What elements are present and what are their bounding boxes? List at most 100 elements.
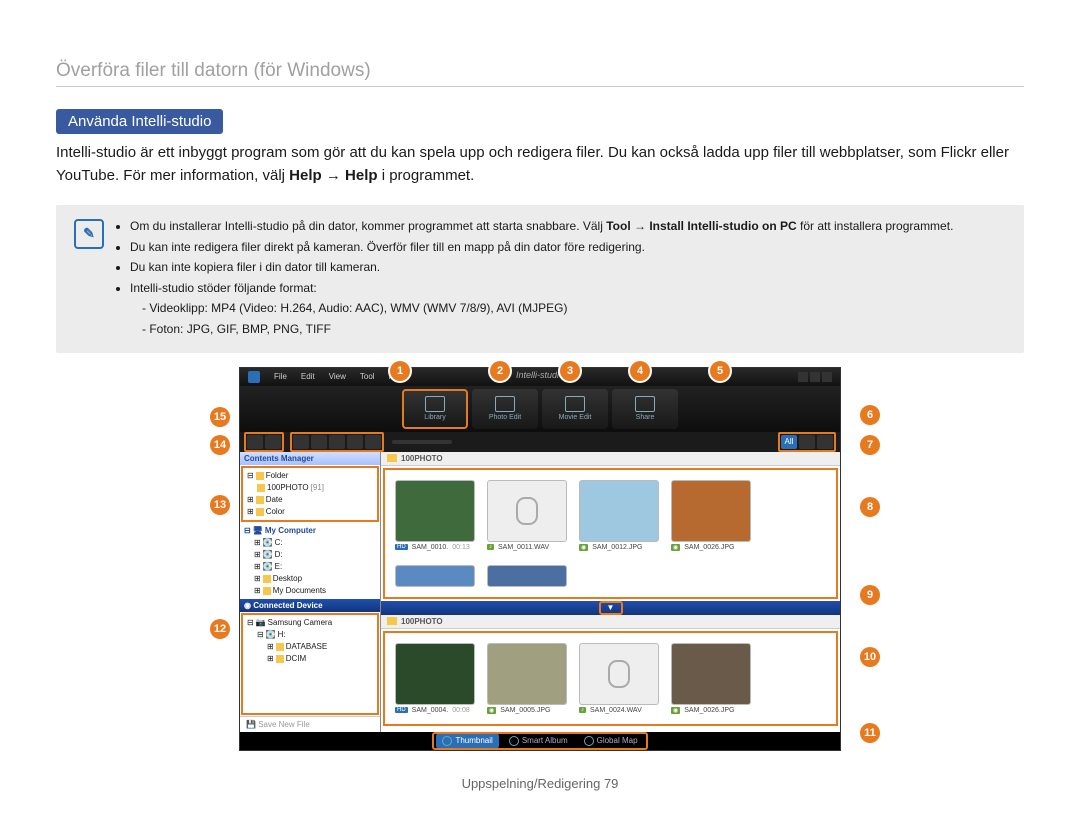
mycomputer-tree[interactable]: ⊟🖥My Computer ⊞💽C: ⊞💽D: ⊞💽E: ⊞Desktop ⊞M… (240, 523, 380, 599)
computer-icon: 🖥 (253, 525, 263, 537)
manual-page: Överföra filer till datorn (för Windows)… (0, 0, 1080, 815)
thumbnail-grid-bottom[interactable]: HDSAM_0004. 00:08 ◉SAM_0005.JPG ♪SAM_002… (385, 633, 836, 724)
thumbnail[interactable] (487, 565, 565, 587)
thumbnail[interactable]: ♪SAM_0011.WAV (487, 480, 565, 551)
share-icon (635, 396, 655, 412)
grid-icon (442, 736, 452, 746)
nav-back-icon[interactable] (247, 435, 263, 449)
callout-4: 4 (630, 361, 650, 381)
bottom-tabs[interactable]: Thumbnail Smart Album Global Map (240, 732, 840, 750)
figure-wrap: 1 2 3 4 5 6 7 8 9 10 11 12 13 14 15 Inte… (180, 367, 900, 751)
movie-edit-icon (565, 396, 585, 412)
folder-icon (256, 496, 264, 504)
globe-icon (584, 736, 594, 746)
note-bullet: Du kan inte redigera filer direkt på kam… (130, 238, 1006, 257)
folder-icon (276, 655, 284, 663)
thumbnail[interactable]: ◉SAM_0026.JPG (671, 643, 749, 714)
tool-icon[interactable] (311, 435, 327, 449)
folder-icon (387, 454, 397, 462)
nav-buttons[interactable] (244, 432, 284, 452)
callout-14: 14 (210, 435, 230, 455)
photo-edit-icon (495, 396, 515, 412)
zoom-slider[interactable] (392, 440, 452, 444)
nav-forward-icon[interactable] (265, 435, 281, 449)
drive-icon: 💽 (263, 549, 273, 561)
drive-icon: 💽 (266, 629, 276, 641)
folder-icon (257, 484, 265, 492)
filter-photo-icon[interactable] (799, 435, 815, 449)
note-subbullet: Videoklipp: MP4 (Video: H.264, Audio: AA… (142, 299, 1006, 318)
mic-icon (516, 497, 538, 525)
folder-icon (263, 587, 271, 595)
menu-edit[interactable]: Edit (301, 372, 315, 381)
page-footer: Uppspelning/Redigering 79 (0, 776, 1080, 791)
menu-view[interactable]: View (329, 372, 346, 381)
note-box: ✎ Om du installerar Intelli-studio på di… (56, 205, 1024, 353)
callout-11: 11 (860, 723, 880, 743)
thumbnail[interactable]: ♪SAM_0024.WAV (579, 643, 657, 714)
note-bullet: Om du installerar Intelli-studio på din … (130, 217, 1006, 236)
mic-icon (608, 660, 630, 688)
callout-15: 15 (210, 407, 230, 427)
content-pane: 100PHOTO HDSAM_0010. 00:13 ♪SAM_0011.WAV… (381, 452, 840, 732)
callout-6: 6 (860, 405, 880, 425)
callout-7: 7 (860, 435, 880, 455)
main-area: Contents Manager ⊟Folder 100PHOTO [91] ⊞… (240, 452, 840, 732)
tool-icon[interactable] (365, 435, 381, 449)
mode-toolbar: Library Photo Edit Movie Edit Share (240, 386, 840, 432)
tool-icon[interactable] (293, 435, 309, 449)
window-buttons[interactable] (798, 372, 832, 382)
subsection-badge: Använda Intelli-studio (56, 109, 223, 134)
folder-icon (256, 508, 264, 516)
sidebar-head-connected: ◉ Connected Device (240, 599, 380, 612)
section-title: Överföra filer till datorn (för Windows) (56, 60, 1024, 87)
menu-tool[interactable]: Tool (360, 372, 375, 381)
folder-icon (256, 472, 264, 480)
camera-icon: 📷 (256, 617, 266, 629)
thumbnail[interactable]: HDSAM_0004. 00:08 (395, 643, 473, 714)
sidebar-head-contents: Contents Manager (240, 452, 380, 465)
app-title: Intelli-studio (516, 370, 564, 380)
menu-file[interactable]: File (274, 372, 287, 381)
mode-photo-edit[interactable]: Photo Edit (472, 389, 538, 429)
folder-icon (263, 575, 271, 583)
tool-buttons[interactable] (290, 432, 384, 452)
tab-smart-album[interactable]: Smart Album (503, 734, 574, 748)
tool-icon[interactable] (347, 435, 363, 449)
thumbnail[interactable]: HDSAM_0010. 00:13 (395, 480, 473, 551)
filter-audio-icon[interactable] (817, 435, 833, 449)
mode-share[interactable]: Share (612, 389, 678, 429)
library-icon (425, 396, 445, 412)
tab-thumbnail[interactable]: Thumbnail (436, 734, 498, 748)
contents-tree[interactable]: ⊟Folder 100PHOTO [91] ⊞Date ⊞Color (241, 466, 379, 522)
thumbnail-grid-top[interactable]: HDSAM_0010. 00:13 ♪SAM_0011.WAV ◉SAM_001… (385, 470, 836, 597)
tab-global-map[interactable]: Global Map (578, 734, 644, 748)
save-new-file[interactable]: 💾 Save New File (240, 716, 380, 732)
mode-movie-edit[interactable]: Movie Edit (542, 389, 608, 429)
callout-2: 2 (490, 361, 510, 381)
callout-10: 10 (860, 647, 880, 667)
device-tree[interactable]: ⊟📷Samsung Camera ⊟💽H: ⊞ DATABASE ⊞ DCIM (241, 613, 379, 715)
breadcrumb-bottom[interactable]: 100PHOTO (381, 615, 840, 629)
filter-all[interactable]: All (781, 435, 797, 449)
tool-icon[interactable] (329, 435, 345, 449)
callout-9: 9 (860, 585, 880, 605)
mode-library[interactable]: Library (402, 389, 468, 429)
breadcrumb[interactable]: 100PHOTO (381, 452, 840, 466)
note-icon: ✎ (74, 219, 104, 249)
folder-icon (387, 617, 397, 625)
thumbnail[interactable]: ◉SAM_0026.JPG (671, 480, 749, 551)
thumbnail[interactable]: ◉SAM_0005.JPG (487, 643, 565, 714)
filter-buttons[interactable]: All (778, 432, 836, 452)
separator-bar[interactable]: ▼ (381, 601, 840, 615)
thumbnail[interactable] (395, 565, 473, 587)
chevron-down-icon[interactable]: ▼ (599, 601, 623, 615)
thumbnail[interactable]: ◉SAM_0012.JPG (579, 480, 657, 551)
drive-icon: 💽 (263, 561, 273, 573)
callout-3: 3 (560, 361, 580, 381)
sub-toolbar: All (240, 432, 840, 452)
intro-paragraph: Intelli-studio är ett inbyggt program so… (56, 142, 1024, 187)
callout-13: 13 (210, 495, 230, 515)
callout-5: 5 (710, 361, 730, 381)
callout-1: 1 (390, 361, 410, 381)
